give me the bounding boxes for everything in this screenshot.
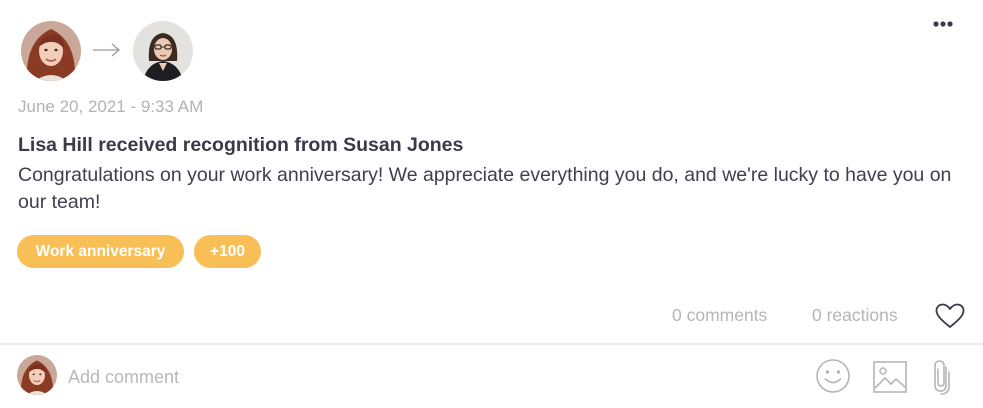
comment-input[interactable] xyxy=(68,362,788,392)
smiley-icon[interactable] xyxy=(815,358,851,394)
badge-points: +100 xyxy=(194,235,261,268)
arrow-right-icon xyxy=(93,43,120,57)
post-date: June 20, 2021 - 9:33 AM xyxy=(18,97,204,116)
sender-avatar[interactable] xyxy=(21,21,81,81)
current-user-avatar xyxy=(17,355,57,395)
heart-icon[interactable] xyxy=(934,302,966,330)
comments-count-link[interactable]: 0 comments xyxy=(672,305,767,326)
recipient-avatar[interactable] xyxy=(133,21,193,81)
post-title: Lisa Hill received recognition from Susa… xyxy=(18,134,464,156)
divider xyxy=(0,343,983,345)
badge-work-anniversary: Work anniversary xyxy=(17,235,184,268)
post-message: Congratulations on your work anniversary… xyxy=(18,164,952,213)
more-options-button[interactable] xyxy=(928,18,958,30)
recognition-post-card: June 20, 2021 - 9:33 AM Lisa Hill receiv… xyxy=(0,0,983,408)
reactions-count-link[interactable]: 0 reactions xyxy=(812,305,898,326)
paperclip-icon[interactable] xyxy=(929,358,955,396)
image-icon[interactable] xyxy=(872,360,908,394)
